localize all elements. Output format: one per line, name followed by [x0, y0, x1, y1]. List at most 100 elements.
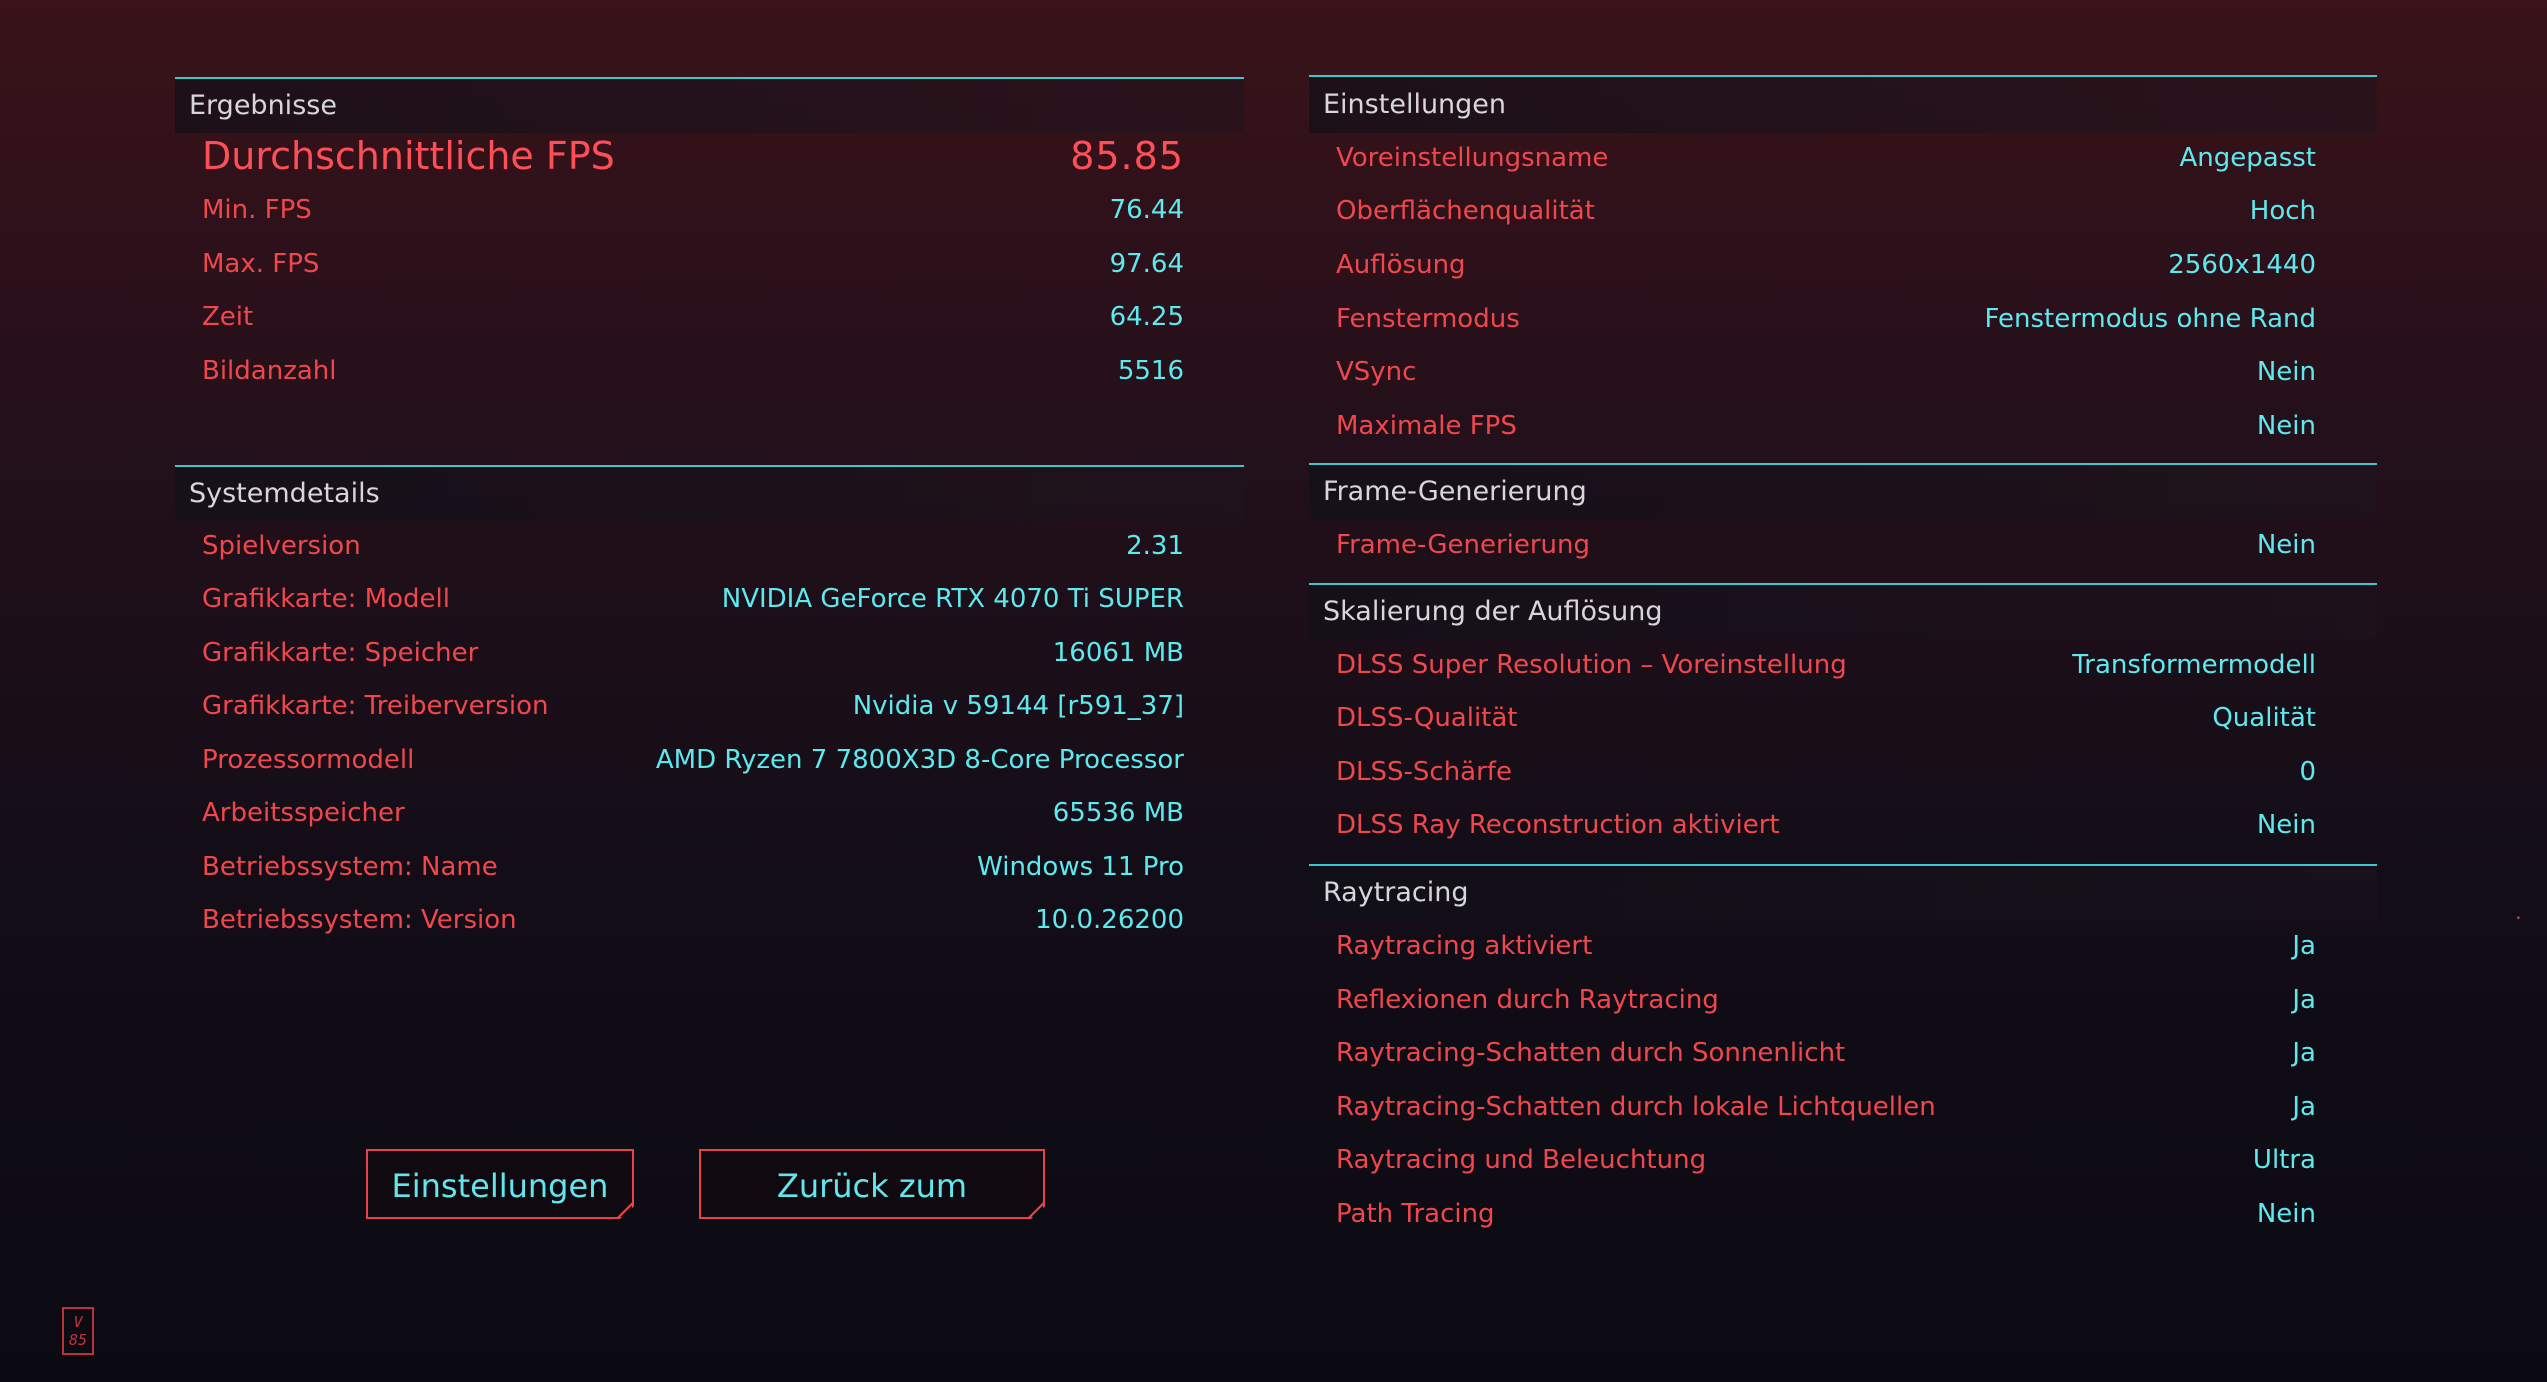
- raytracing-value: Ja: [2292, 1092, 2316, 1122]
- system-label: Spielversion: [202, 531, 361, 561]
- system-row: Arbeitsspeicher 65536 MB: [202, 793, 1244, 833]
- system-title: Systemdetails: [175, 465, 1244, 521]
- settings-button[interactable]: Einstellungen: [366, 1149, 634, 1219]
- system-value: Nvidia v 59144 [r591_37]: [852, 691, 1184, 721]
- frame-gen-section: Frame-Generierung Frame-Generierung Nein: [1309, 463, 2377, 578]
- settings-value: Hoch: [2249, 196, 2316, 226]
- result-value: 76.44: [1109, 195, 1184, 225]
- scaling-value: Nein: [2256, 810, 2316, 840]
- result-label: Zeit: [202, 302, 254, 332]
- system-row: Betriebssystem: Name Windows 11 Pro: [202, 847, 1244, 887]
- system-label: Grafikkarte: Treiberversion: [202, 691, 549, 721]
- raytracing-value: Nein: [2256, 1199, 2316, 1229]
- raytracing-row: Reflexionen durch Raytracing Ja: [1336, 980, 2377, 1020]
- raytracing-label: Reflexionen durch Raytracing: [1336, 985, 1719, 1015]
- settings-value: 2560x1440: [2168, 250, 2316, 280]
- raytracing-value: Ja: [2292, 1038, 2316, 1068]
- results-section: Ergebnisse Durchschnittliche FPS 85.85 M…: [175, 77, 1244, 447]
- system-label: Prozessormodell: [202, 745, 415, 775]
- settings-row: Auflösung 2560x1440: [1336, 245, 2377, 285]
- scaling-value: Transformermodell: [2072, 650, 2316, 680]
- raytracing-row: Raytracing und Beleuchtung Ultra: [1336, 1140, 2377, 1180]
- settings-row: Maximale FPS Nein: [1336, 406, 2377, 446]
- system-row: Grafikkarte: Modell NVIDIA GeForce RTX 4…: [202, 579, 1244, 619]
- raytracing-section: Raytracing Raytracing aktiviert Ja Refle…: [1309, 864, 2377, 1244]
- system-label: Grafikkarte: Modell: [202, 584, 450, 614]
- system-label: Betriebssystem: Name: [202, 852, 498, 882]
- system-value: 16061 MB: [1052, 638, 1184, 668]
- system-label: Betriebssystem: Version: [202, 905, 517, 935]
- side-decoration: [30, 610, 48, 850]
- scaling-value: 0: [2299, 757, 2316, 787]
- system-value: 2.31: [1126, 531, 1184, 561]
- avg-fps-row: Durchschnittliche FPS 85.85: [202, 133, 1244, 179]
- settings-row: VSync Nein: [1336, 352, 2377, 392]
- settings-title: Einstellungen: [1309, 75, 2377, 133]
- system-label: Arbeitsspeicher: [202, 798, 405, 828]
- scaling-row: DLSS-Schärfe 0: [1336, 752, 2377, 792]
- frame-gen-label: Frame-Generierung: [1336, 530, 1591, 560]
- results-title: Ergebnisse: [175, 77, 1244, 133]
- scaling-label: DLSS Super Resolution – Voreinstellung: [1336, 650, 1847, 680]
- raytracing-value: Ja: [2292, 931, 2316, 961]
- scaling-section: Skalierung der Auflösung DLSS Super Reso…: [1309, 583, 2377, 863]
- settings-label: Voreinstellungsname: [1336, 143, 1609, 173]
- result-value: 5516: [1117, 356, 1184, 386]
- raytracing-label: Raytracing-Schatten durch Sonnenlicht: [1336, 1038, 1846, 1068]
- system-value: Windows 11 Pro: [977, 852, 1184, 882]
- settings-row: Oberflächenqualität Hoch: [1336, 191, 2377, 231]
- result-label: Max. FPS: [202, 249, 320, 279]
- raytracing-label: Raytracing-Schatten durch lokale Lichtqu…: [1336, 1092, 1936, 1122]
- raytracing-title: Raytracing: [1309, 864, 2377, 920]
- settings-label: Oberflächenqualität: [1336, 196, 1595, 226]
- raytracing-value: Ja: [2292, 985, 2316, 1015]
- corner-marker-icon: •: [2515, 914, 2521, 924]
- raytracing-value: Ultra: [2252, 1145, 2316, 1175]
- settings-value: Nein: [2256, 411, 2316, 441]
- settings-row: Voreinstellungsname Angepasst: [1336, 138, 2377, 178]
- settings-value: Angepasst: [2179, 143, 2317, 173]
- raytracing-label: Path Tracing: [1336, 1199, 1495, 1229]
- scaling-label: DLSS Ray Reconstruction aktiviert: [1336, 810, 1780, 840]
- settings-value: Fenstermodus ohne Rand: [1984, 304, 2316, 334]
- result-label: Min. FPS: [202, 195, 312, 225]
- avg-fps-label: Durchschnittliche FPS: [202, 134, 615, 178]
- raytracing-row: Raytracing aktiviert Ja: [1336, 926, 2377, 966]
- settings-label: Fenstermodus: [1336, 304, 1520, 334]
- scaling-label: DLSS-Qualität: [1336, 703, 1518, 733]
- raytracing-label: Raytracing und Beleuchtung: [1336, 1145, 1707, 1175]
- frame-gen-title: Frame-Generierung: [1309, 463, 2377, 519]
- system-row: Spielversion 2.31: [202, 526, 1244, 566]
- raytracing-label: Raytracing aktiviert: [1336, 931, 1593, 961]
- scaling-row: DLSS-Qualität Qualität: [1336, 698, 2377, 738]
- system-value: 65536 MB: [1052, 798, 1184, 828]
- system-section: Systemdetails Spielversion 2.31 Grafikka…: [175, 465, 1244, 965]
- system-row: Grafikkarte: Speicher 16061 MB: [202, 633, 1244, 673]
- result-label: Bildanzahl: [202, 356, 337, 386]
- scaling-title: Skalierung der Auflösung: [1309, 583, 2377, 639]
- frame-gen-value: Nein: [2256, 530, 2316, 560]
- raytracing-row: Raytracing-Schatten durch Sonnenlicht Ja: [1336, 1033, 2377, 1073]
- system-value: 10.0.26200: [1035, 905, 1184, 935]
- settings-section: Einstellungen Voreinstellungsname Angepa…: [1309, 75, 2377, 460]
- scaling-value: Qualität: [2212, 703, 2316, 733]
- system-label: Grafikkarte: Speicher: [202, 638, 479, 668]
- scaling-row: DLSS Super Resolution – Voreinstellung T…: [1336, 645, 2377, 685]
- result-value: 97.64: [1109, 249, 1184, 279]
- scaling-row: DLSS Ray Reconstruction aktiviert Nein: [1336, 805, 2377, 845]
- raytracing-row: Path Tracing Nein: [1336, 1194, 2377, 1234]
- system-row: Betriebssystem: Version 10.0.26200: [202, 900, 1244, 940]
- result-row-frames: Bildanzahl 5516: [202, 351, 1244, 391]
- raytracing-row: Raytracing-Schatten durch lokale Lichtqu…: [1336, 1087, 2377, 1127]
- main-menu-button[interactable]: Zurück zum Hauptmenü: [699, 1149, 1045, 1219]
- result-row-max-fps: Max. FPS 97.64: [202, 244, 1244, 284]
- result-value: 64.25: [1109, 302, 1184, 332]
- version-logo: V 85: [62, 1307, 94, 1355]
- settings-label: VSync: [1336, 357, 1417, 387]
- system-value: NVIDIA GeForce RTX 4070 Ti SUPER: [721, 584, 1184, 614]
- result-row-min-fps: Min. FPS 76.44: [202, 190, 1244, 230]
- system-row: Prozessormodell AMD Ryzen 7 7800X3D 8-Co…: [202, 740, 1244, 780]
- frame-gen-row: Frame-Generierung Nein: [1336, 525, 2377, 565]
- system-row: Grafikkarte: Treiberversion Nvidia v 591…: [202, 686, 1244, 726]
- result-row-time: Zeit 64.25: [202, 297, 1244, 337]
